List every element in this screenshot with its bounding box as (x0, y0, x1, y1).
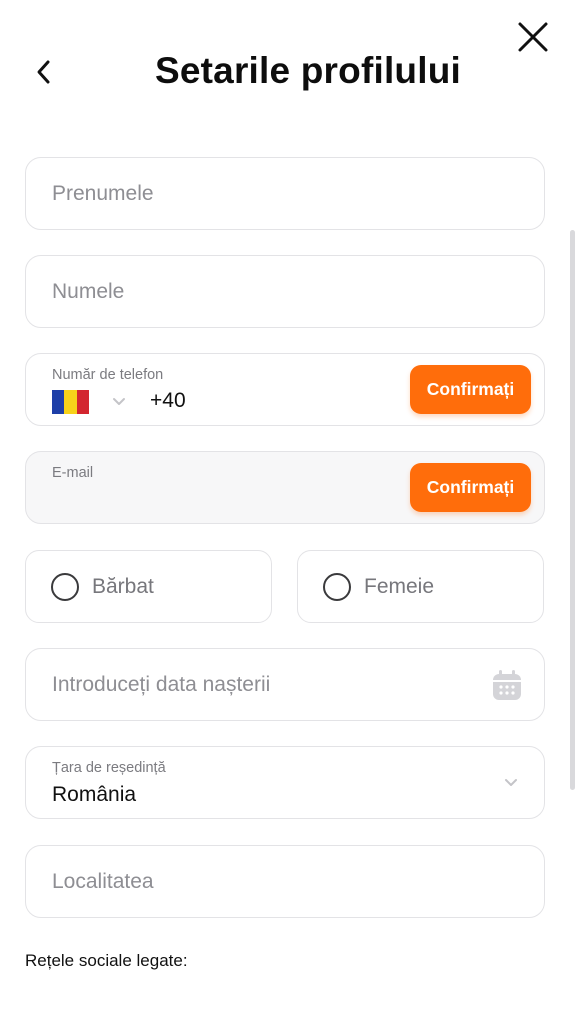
country-select[interactable]: Țara de reședință România (25, 746, 545, 819)
calendar-icon[interactable] (492, 669, 522, 701)
city-placeholder: Localitatea (52, 869, 154, 893)
birth-date-field[interactable]: Introduceți data nașterii (25, 648, 545, 721)
confirm-phone-button[interactable]: Confirmați (410, 365, 531, 414)
gender-label-female: Femeie (364, 574, 435, 598)
country-value: România (52, 783, 137, 806)
romania-flag-icon[interactable] (52, 390, 89, 414)
phone-prefix: +40 (150, 389, 186, 412)
last-name-placeholder: Numele (52, 279, 125, 303)
gender-option-female[interactable]: Femeie (297, 550, 544, 623)
chevron-down-icon (505, 779, 517, 786)
gender-label-male: Bărbat (92, 574, 154, 598)
social-networks-label: Rețele sociale legate: (25, 951, 188, 970)
radio-button-female[interactable] (323, 573, 351, 601)
first-name-placeholder: Prenumele (52, 181, 154, 205)
email-field[interactable]: E-mail Confirmați (25, 451, 545, 524)
chevron-down-icon[interactable] (112, 394, 126, 408)
confirm-email-button[interactable]: Confirmați (410, 463, 531, 512)
phone-label: Număr de telefon (52, 367, 164, 383)
phone-field[interactable]: Număr de telefon +40 Confirmați (25, 353, 545, 426)
scrollbar-thumb[interactable] (570, 230, 575, 790)
email-label: E-mail (52, 465, 94, 481)
gender-option-male[interactable]: Bărbat (25, 550, 272, 623)
page-title: Setarile profilului (154, 50, 461, 91)
radio-button-male[interactable] (51, 573, 79, 601)
first-name-field[interactable]: Prenumele (25, 157, 545, 230)
birth-date-placeholder: Introduceți data nașterii (52, 672, 271, 696)
country-label: Țara de reședință (52, 760, 166, 776)
city-field[interactable]: Localitatea (25, 845, 545, 918)
last-name-field[interactable]: Numele (25, 255, 545, 328)
